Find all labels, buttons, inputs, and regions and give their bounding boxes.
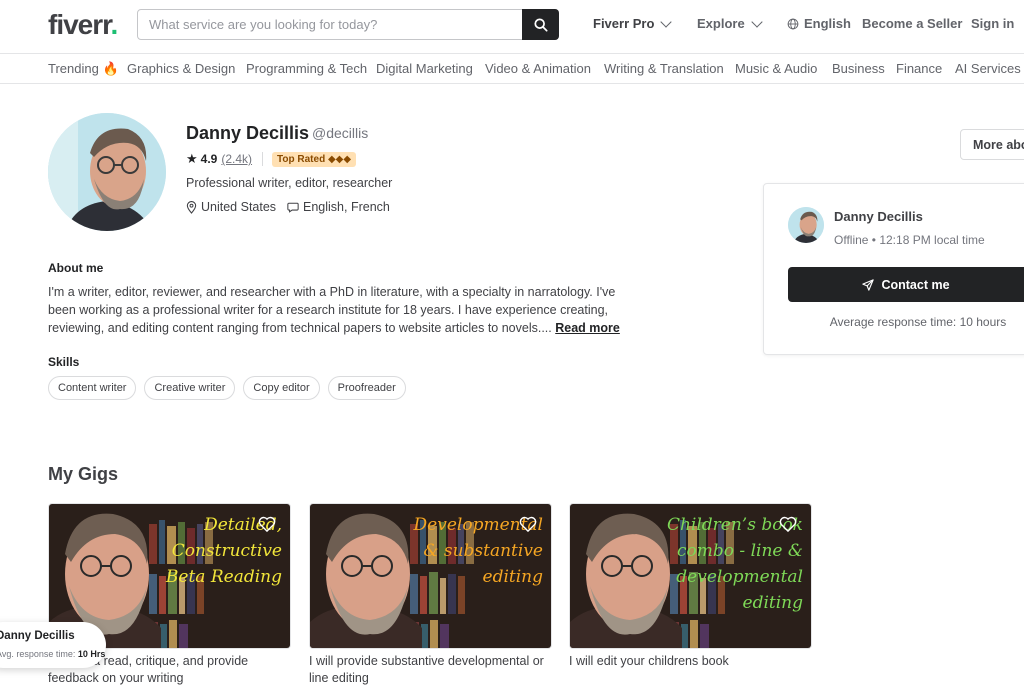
chevron-down-icon bbox=[660, 15, 673, 28]
skill-tag[interactable]: Content writer bbox=[48, 376, 137, 400]
languages: English, French bbox=[287, 200, 390, 214]
my-gigs-title: My Gigs bbox=[48, 464, 119, 484]
gig-card[interactable]: Developmental & substantive editing I wi… bbox=[309, 503, 552, 687]
send-icon bbox=[862, 278, 875, 291]
review-count-link[interactable]: (2.4k) bbox=[221, 152, 252, 166]
read-more-link[interactable]: Read more bbox=[555, 321, 620, 335]
category-finance[interactable]: Finance bbox=[896, 61, 942, 76]
contact-me-button[interactable]: Contact me bbox=[788, 267, 1024, 302]
category-trending[interactable]: Trending 🔥 bbox=[48, 61, 119, 77]
chat-seller-name: Danny Decillis bbox=[0, 630, 75, 642]
profile-name: Danny Decillis bbox=[186, 123, 310, 143]
heart-icon[interactable] bbox=[258, 516, 276, 532]
top-rated-badge: Top Rated ◆◆◆ bbox=[272, 151, 357, 167]
language-selector[interactable]: English bbox=[787, 16, 851, 31]
rating-score: 4.9 bbox=[200, 152, 218, 166]
become-seller-link[interactable]: Become a Seller bbox=[862, 16, 962, 31]
skill-tag[interactable]: Creative writer bbox=[144, 376, 236, 400]
skills-title: Skills bbox=[48, 355, 80, 369]
chat-bubble-icon bbox=[287, 202, 299, 213]
star-icon: ★ bbox=[186, 151, 198, 166]
skills-list: Content writer Creative writer Copy edit… bbox=[48, 376, 406, 400]
card-seller-name: Danny Decillis bbox=[834, 209, 923, 224]
card-avatar bbox=[788, 207, 824, 243]
category-video-animation[interactable]: Video & Animation bbox=[485, 61, 591, 76]
category-ai-services[interactable]: AI Services bbox=[955, 61, 1021, 76]
fiverr-logo[interactable]: fiverr. bbox=[48, 9, 118, 41]
category-graphics-design[interactable]: Graphics & Design bbox=[127, 61, 235, 76]
sign-in-link[interactable]: Sign in bbox=[971, 16, 1014, 31]
globe-icon bbox=[787, 18, 799, 29]
heart-icon[interactable] bbox=[519, 516, 537, 532]
gig-card[interactable]: Children’s book combo - line & developme… bbox=[569, 503, 812, 670]
category-writing-translation[interactable]: Writing & Translation bbox=[604, 61, 724, 76]
average-response-time: Average response time: 10 hours bbox=[829, 315, 1007, 329]
search-bar bbox=[137, 9, 559, 40]
about-text: I'm a writer, editor, reviewer, and rese… bbox=[48, 285, 620, 335]
explore-menu[interactable]: Explore bbox=[697, 15, 763, 31]
profile-tagline: Professional writer, editor, researcher bbox=[186, 176, 393, 190]
top-header: fiverr. Fiverr Pro Explore English Becom… bbox=[0, 0, 1024, 54]
search-input[interactable] bbox=[138, 10, 522, 39]
search-button[interactable] bbox=[522, 9, 559, 40]
category-business[interactable]: Business bbox=[832, 61, 885, 76]
chevron-down-icon bbox=[751, 15, 763, 28]
category-music-audio[interactable]: Music & Audio bbox=[735, 61, 817, 76]
category-programming-tech[interactable]: Programming & Tech bbox=[246, 61, 367, 76]
more-about-me-button[interactable]: More about me bbox=[960, 129, 1024, 160]
category-digital-marketing[interactable]: Digital Marketing bbox=[376, 61, 473, 76]
card-status: Offline • 12:18 PM local time bbox=[834, 233, 985, 247]
heart-icon[interactable] bbox=[779, 516, 797, 532]
floating-chat-widget[interactable]: Danny Decillis Avg. response time: 10 Hr… bbox=[0, 622, 106, 668]
contact-card: Danny Decillis Offline • 12:18 PM local … bbox=[763, 183, 1024, 355]
gig-thumbnail[interactable]: Children’s book combo - line & developme… bbox=[569, 503, 812, 649]
profile-handle: @decillis bbox=[312, 125, 369, 141]
rating-row: ★ 4.9 (2.4k) Top Rated ◆◆◆ bbox=[186, 151, 357, 167]
divider bbox=[262, 152, 264, 166]
chat-response-time: Avg. response time: 10 Hrs bbox=[0, 649, 106, 659]
location-pin-icon bbox=[186, 200, 197, 214]
profile-avatar bbox=[48, 113, 166, 231]
search-icon bbox=[533, 17, 548, 32]
gig-thumbnail[interactable]: Developmental & substantive editing bbox=[309, 503, 552, 649]
about-title: About me bbox=[48, 261, 104, 275]
gig-title[interactable]: I will provide substantive developmental… bbox=[309, 653, 552, 687]
skill-tag[interactable]: Copy editor bbox=[243, 376, 320, 400]
gig-title[interactable]: I will edit your childrens book bbox=[569, 653, 812, 670]
fiverr-pro-menu[interactable]: Fiverr Pro bbox=[593, 15, 673, 31]
category-bar: Trending 🔥 Graphics & Design Programming… bbox=[0, 55, 1024, 84]
location: United States bbox=[186, 200, 276, 214]
skill-tag[interactable]: Proofreader bbox=[327, 376, 406, 400]
